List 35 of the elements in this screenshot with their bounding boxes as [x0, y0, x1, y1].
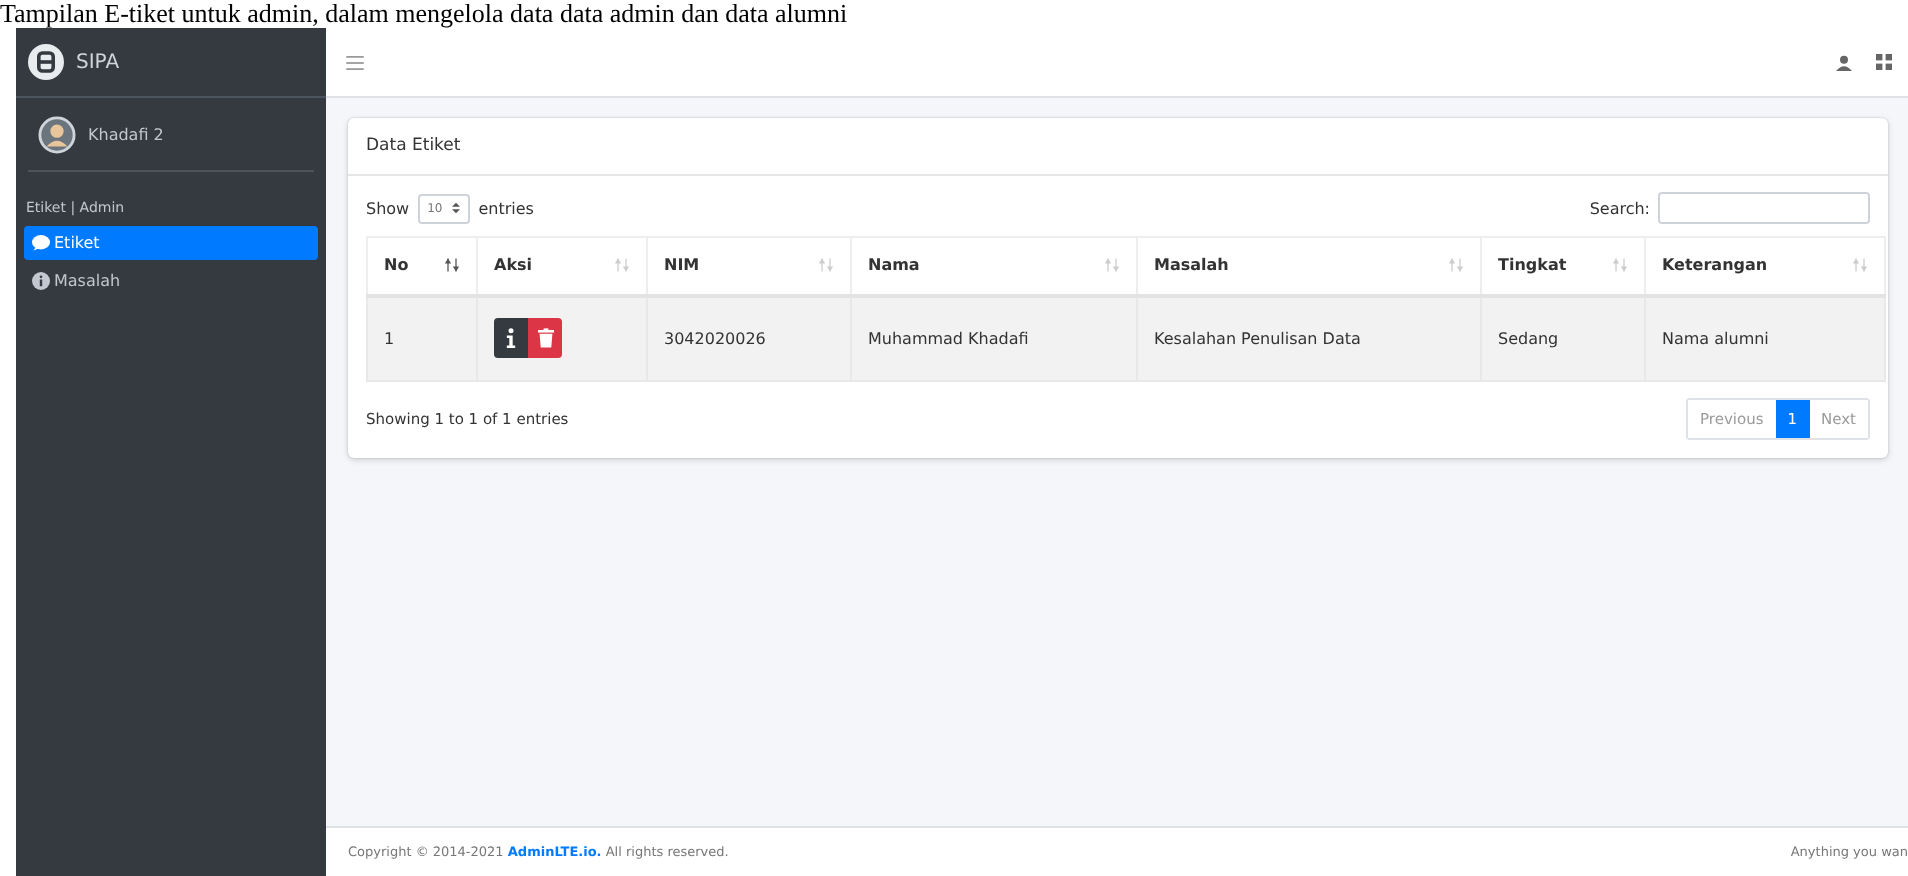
- brand-name[interactable]: SIPA: [76, 51, 120, 73]
- delete-button[interactable]: [528, 318, 562, 358]
- sort-icon: [818, 258, 834, 273]
- sidebar-item[interactable]: Masalah: [24, 264, 318, 298]
- show-label: Show: [366, 199, 410, 217]
- info-button[interactable]: [494, 318, 528, 358]
- user-name[interactable]: Khadafi 2: [88, 125, 164, 143]
- sort-icon: [1612, 258, 1628, 273]
- caret-icon: [452, 201, 461, 213]
- card-title: Data Etiket: [348, 118, 1888, 176]
- logo-icon: [28, 44, 64, 80]
- comment-icon: [32, 234, 50, 252]
- sort-icon: [444, 258, 460, 273]
- info-icon: [506, 328, 516, 348]
- sort-icon: [1448, 258, 1464, 273]
- search-field[interactable]: [1658, 192, 1870, 224]
- avatar-icon: [38, 115, 76, 153]
- table-cell: 1: [367, 295, 477, 380]
- info-icon: [32, 272, 50, 290]
- sort-icon: [614, 258, 630, 273]
- table-cell: Sedang: [1481, 295, 1645, 380]
- sort-icon: [1104, 258, 1120, 273]
- caption-text: Tampilan E-tiket untuk admin, dalam mengelola data data admin dan data alumni: [0, 0, 850, 28]
- table-cell: Muhammad Khadafi: [851, 295, 1137, 380]
- grid-icon[interactable]: [1876, 54, 1892, 70]
- table-cell: Kesalahan Penulisan Data: [1137, 295, 1481, 380]
- user-icon[interactable]: [1836, 53, 1852, 71]
- menu-icon[interactable]: [346, 55, 364, 69]
- trash-icon: [537, 328, 553, 348]
- entries-label: entries: [478, 199, 534, 217]
- sidebar-item[interactable]: Etiket: [24, 226, 318, 260]
- sort-icon: [1852, 258, 1868, 273]
- search-label: Search:: [1589, 199, 1650, 217]
- table-cell: Nama alumni: [1645, 295, 1885, 380]
- table-cell: 3042020026: [647, 295, 851, 380]
